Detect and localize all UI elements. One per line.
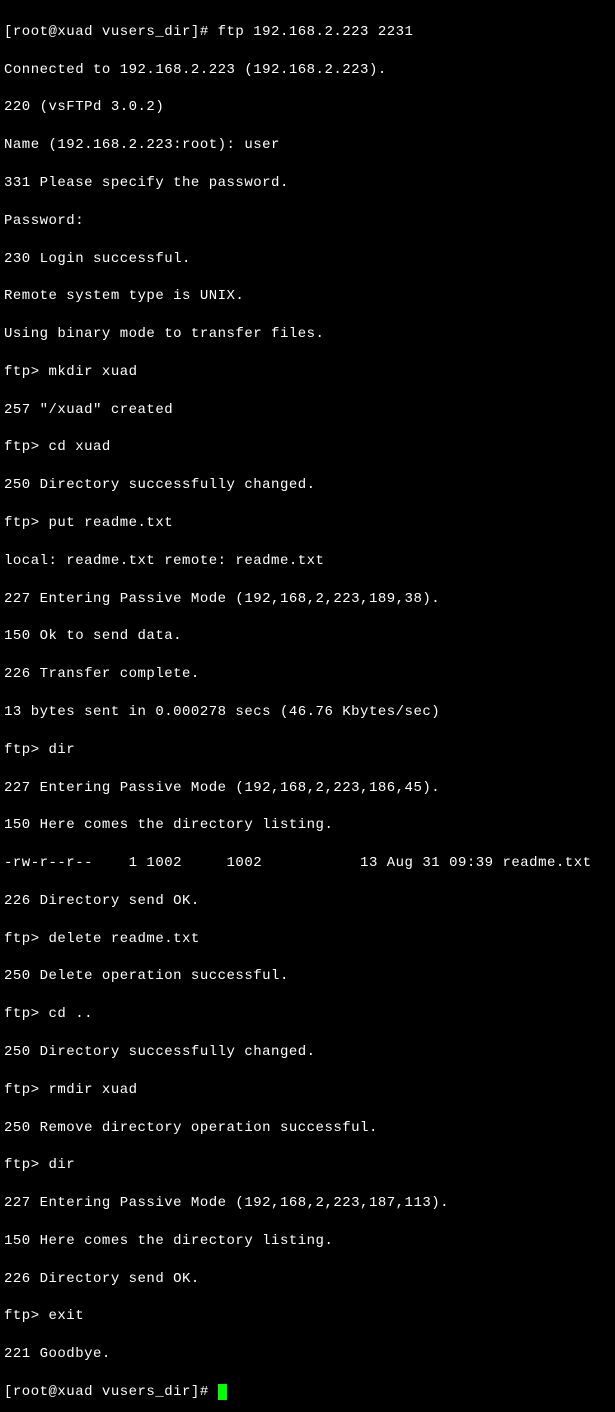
terminal-line: Remote system type is UNIX. <box>4 287 611 306</box>
terminal-line: 257 "/xuad" created <box>4 401 611 420</box>
terminal-output: [root@xuad vusers_dir]# ftp 192.168.2.22… <box>4 4 611 1412</box>
terminal-line: 221 Goodbye. <box>4 1345 611 1364</box>
terminal-line: 150 Here comes the directory listing. <box>4 816 611 835</box>
terminal-line: 250 Directory successfully changed. <box>4 476 611 495</box>
terminal-line: 226 Directory send OK. <box>4 892 611 911</box>
terminal-line: 226 Transfer complete. <box>4 665 611 684</box>
terminal-line: ftp> mkdir xuad <box>4 363 611 382</box>
terminal-line: 220 (vsFTPd 3.0.2) <box>4 98 611 117</box>
shell-prompt: [root@xuad vusers_dir]# <box>4 1384 218 1400</box>
terminal-line: 250 Remove directory operation successfu… <box>4 1119 611 1138</box>
terminal-line: 227 Entering Passive Mode (192,168,2,223… <box>4 1194 611 1213</box>
terminal-line: ftp> cd xuad <box>4 438 611 457</box>
terminal-line: 226 Directory send OK. <box>4 1270 611 1289</box>
terminal-line: 150 Here comes the directory listing. <box>4 1232 611 1251</box>
terminal-line: ftp> exit <box>4 1307 611 1326</box>
terminal-line: Password: <box>4 212 611 231</box>
terminal-line: ftp> rmdir xuad <box>4 1081 611 1100</box>
terminal-line: [root@xuad vusers_dir]# ftp 192.168.2.22… <box>4 23 611 42</box>
terminal-line: 250 Delete operation successful. <box>4 967 611 986</box>
terminal-line: Connected to 192.168.2.223 (192.168.2.22… <box>4 61 611 80</box>
terminal-line: -rw-r--r-- 1 1002 1002 13 Aug 31 09:39 r… <box>4 854 611 873</box>
terminal-line: 250 Directory successfully changed. <box>4 1043 611 1062</box>
terminal-line: 230 Login successful. <box>4 250 611 269</box>
terminal-line: ftp> cd .. <box>4 1005 611 1024</box>
terminal-line: Name (192.168.2.223:root): user <box>4 136 611 155</box>
terminal-line: local: readme.txt remote: readme.txt <box>4 552 611 571</box>
terminal-prompt-line[interactable]: [root@xuad vusers_dir]# <box>4 1383 611 1402</box>
terminal-line: ftp> dir <box>4 741 611 760</box>
terminal-line: 227 Entering Passive Mode (192,168,2,223… <box>4 590 611 609</box>
cursor-icon <box>218 1384 227 1400</box>
terminal-line: ftp> delete readme.txt <box>4 930 611 949</box>
terminal-line: Using binary mode to transfer files. <box>4 325 611 344</box>
terminal-line: ftp> put readme.txt <box>4 514 611 533</box>
terminal-line: 227 Entering Passive Mode (192,168,2,223… <box>4 779 611 798</box>
terminal-line: 331 Please specify the password. <box>4 174 611 193</box>
terminal-line: 150 Ok to send data. <box>4 627 611 646</box>
terminal-line: ftp> dir <box>4 1156 611 1175</box>
